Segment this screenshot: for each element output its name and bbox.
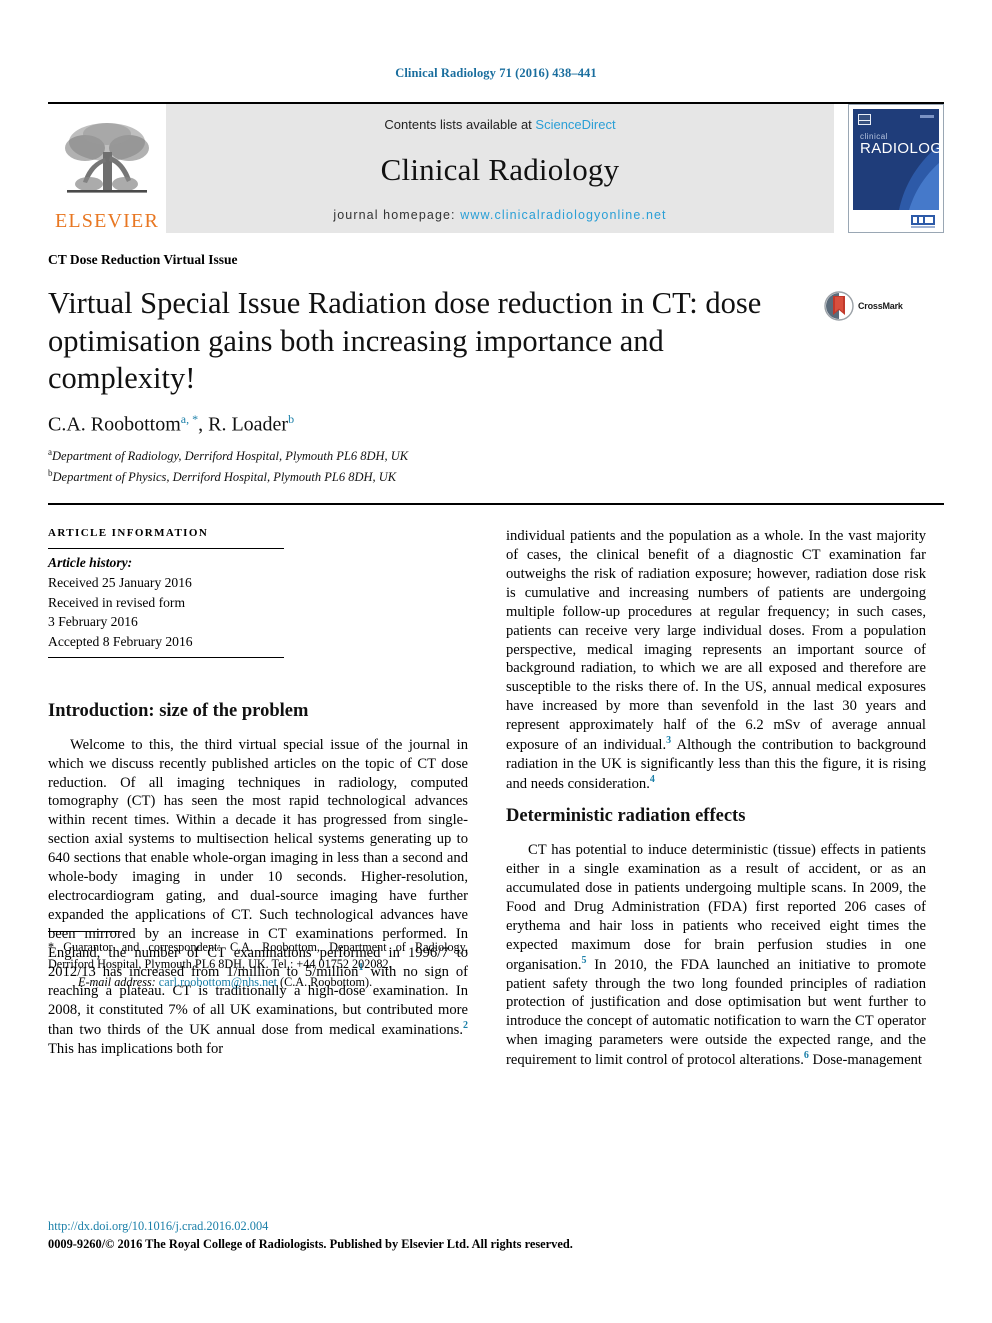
sciencedirect-link[interactable]: ScienceDirect xyxy=(535,117,615,132)
page-title: Virtual Special Issue Radiation dose red… xyxy=(48,286,762,395)
right-para2-text-part-1: CT has potential to induce deterministic… xyxy=(506,842,926,973)
affiliation-b: bDepartment of Physics, Derriford Hospit… xyxy=(48,467,944,488)
copyright-line: 0009-9260/© 2016 The Royal College of Ra… xyxy=(48,1236,573,1251)
elsevier-tree-icon xyxy=(65,123,149,193)
footer-doi-block: http://dx.doi.org/10.1016/j.crad.2016.02… xyxy=(48,1218,948,1252)
reference-marker-2[interactable]: 2 xyxy=(463,1020,468,1031)
journal-homepage-link[interactable]: www.clinicalradiologyonline.net xyxy=(460,208,666,222)
intro-text-part-3: This has implications both for xyxy=(48,1040,224,1057)
journal-cover-thumbnail[interactable]: clinical RADIOLOGY xyxy=(848,104,944,233)
author-separator: , xyxy=(198,413,209,436)
crossmark-icon xyxy=(824,291,854,321)
footnote-rule xyxy=(48,931,120,933)
footnote-correspondent-text: Guarantor and correspondent: C.A. Roobot… xyxy=(48,940,468,971)
affiliation-b-text: Department of Physics, Derriford Hospita… xyxy=(52,469,397,484)
footnote-text: * Guarantor and correspondent: C.A. Roob… xyxy=(48,939,468,991)
right-para2-text-part-3: Dose-management xyxy=(808,1051,922,1068)
affiliation-a-text: Department of Radiology, Derriford Hospi… xyxy=(52,449,409,464)
article-information-rule-bottom xyxy=(48,656,284,658)
section-heading-deterministic-effects: Deterministic radiation effects xyxy=(506,806,746,827)
journal-title: Clinical Radiology xyxy=(380,152,620,187)
journal-homepage-line: journal homepage: www.clinicalradiologyo… xyxy=(333,208,666,222)
email-address-link[interactable]: carl.roobottom@nhs.net xyxy=(159,975,277,989)
body-columns: ARTICLE INFORMATION Article history: Rec… xyxy=(48,527,944,1070)
right-column-paragraph-1: individual patients and the population a… xyxy=(506,527,926,793)
article-history-line-0: Received 25 January 2016 xyxy=(48,574,192,590)
doi-link[interactable]: http://dx.doi.org/10.1016/j.crad.2016.02… xyxy=(48,1218,948,1235)
journal-article-page: Clinical Radiology 71 (2016) 438–441 ELS… xyxy=(0,0,992,1323)
right-column-paragraph-2: CT has potential to induce deterministic… xyxy=(506,841,926,1069)
article-information-heading: ARTICLE INFORMATION xyxy=(48,527,209,540)
left-column: ARTICLE INFORMATION Article history: Rec… xyxy=(48,527,468,1070)
article-history-label: Article history: xyxy=(48,555,133,571)
homepage-prefix: journal homepage: xyxy=(333,208,461,222)
masthead-center-panel: Contents lists available at ScienceDirec… xyxy=(166,104,834,233)
running-head: Clinical Radiology 71 (2016) 438–441 xyxy=(395,66,597,80)
affiliation-a: aDepartment of Radiology, Derriford Hosp… xyxy=(48,446,944,467)
elsevier-logo: ELSEVIER xyxy=(48,104,166,233)
virtual-issue-label: CT Dose Reduction Virtual Issue xyxy=(48,252,238,267)
elsevier-wordmark: ELSEVIER xyxy=(54,210,160,232)
contents-available-line: Contents lists available at ScienceDirec… xyxy=(384,117,615,132)
header-bottom-rule xyxy=(48,503,944,506)
journal-cover-art: clinical RADIOLOGY xyxy=(849,105,943,232)
footnote-email-line: E-mail address: carl.roobottom@nhs.net (… xyxy=(48,974,468,991)
section-heading-introduction: Introduction: size of the problem xyxy=(48,700,309,721)
author-2-affil-marker: b xyxy=(288,411,295,426)
contents-prefix: Contents lists available at xyxy=(384,117,536,132)
email-address-label: E-mail address: xyxy=(78,975,156,990)
reference-marker-4[interactable]: 4 xyxy=(650,774,655,785)
article-history-line-1: Received in revised form xyxy=(48,594,186,610)
article-history-line-2: 3 February 2016 xyxy=(48,614,138,630)
correspondence-footnote: * Guarantor and correspondent: C.A. Roob… xyxy=(48,931,468,991)
article-history-line-3: Accepted 8 February 2016 xyxy=(48,634,193,650)
crossmark-label: CrossMark xyxy=(858,301,903,311)
author-1-corresponding-marker: , * xyxy=(186,411,199,426)
title-block: Virtual Special Issue Radiation dose red… xyxy=(48,285,944,398)
right-column: individual patients and the population a… xyxy=(506,527,926,1070)
intro-paragraph: Welcome to this, the third virtual speci… xyxy=(48,736,468,1059)
svg-text:RADIOLOGY: RADIOLOGY xyxy=(860,140,943,157)
crossmark-badge[interactable]: CrossMark xyxy=(824,291,903,321)
author-1-name: C.A. Roobottom xyxy=(48,413,181,436)
author-2-name: R. Loader xyxy=(208,413,289,436)
journal-masthead: ELSEVIER Contents lists available at Sci… xyxy=(48,104,944,233)
affiliations: aDepartment of Radiology, Derriford Hosp… xyxy=(48,446,944,487)
article-history: Article history: Received 25 January 201… xyxy=(48,549,468,652)
email-address-suffix: (C.A. Roobottom). xyxy=(276,975,373,990)
right-para1-text-part-1: individual patients and the population a… xyxy=(506,528,926,753)
author-list: C.A. Roobottoma, *, R. Loaderb xyxy=(48,412,944,437)
